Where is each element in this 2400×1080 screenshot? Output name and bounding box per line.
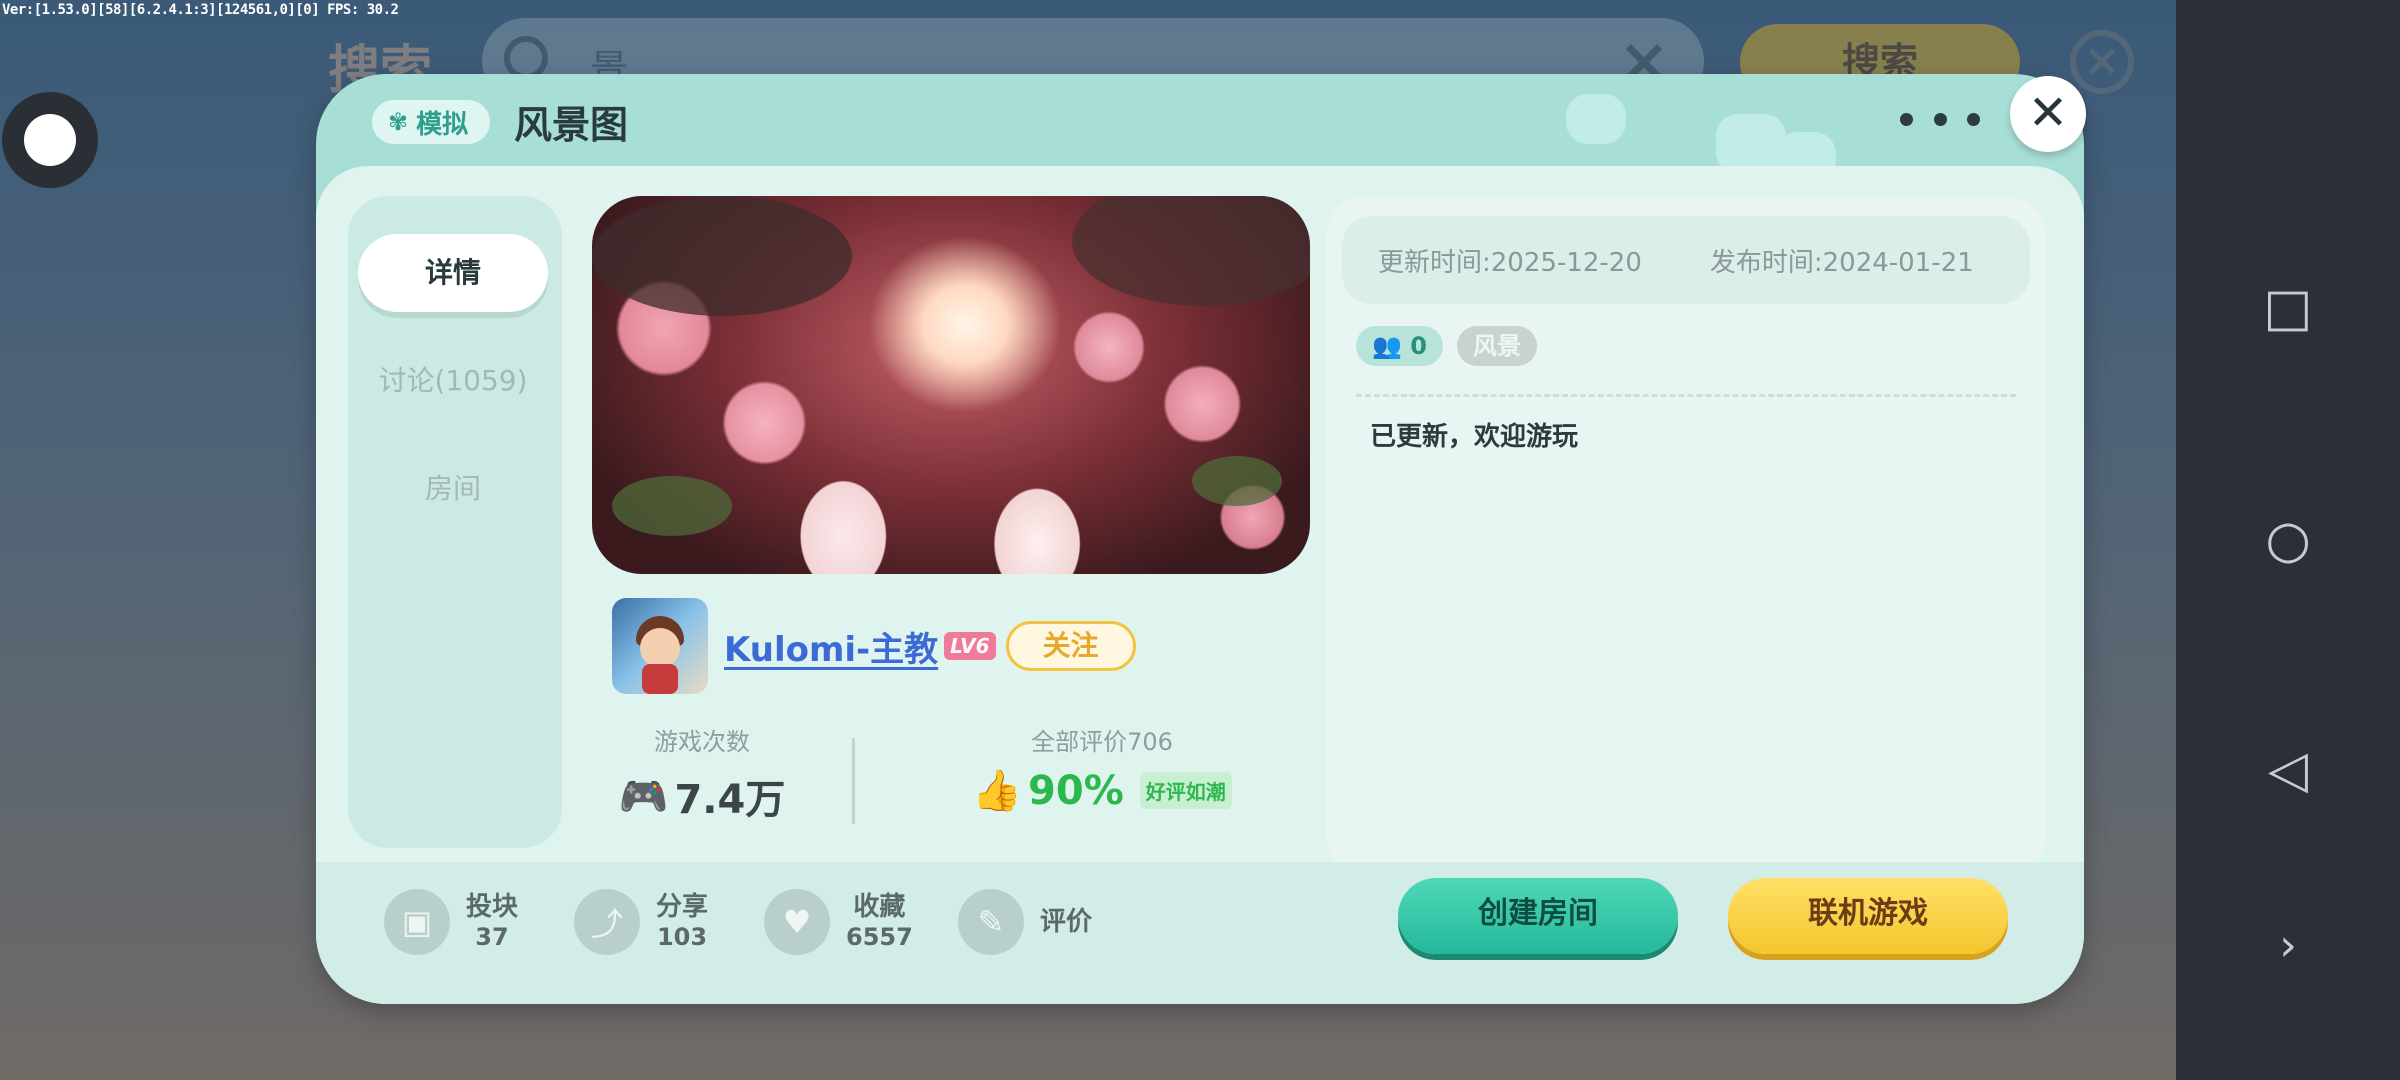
tab-details[interactable]: 详情 [358,234,548,312]
author-name-link[interactable]: Kulomi-主教 [724,622,938,671]
block-action[interactable]: ▣ 投块 37 [384,884,518,960]
rating-label: 全部评价706 [1031,728,1173,756]
gamepad-icon: 🎮 [618,773,669,820]
plays-value-row: 🎮 7.4万 [602,767,802,825]
type-tag: ✾ 模拟 [372,100,491,144]
map-description: 已更新，欢迎游玩 [1370,422,1579,452]
floating-assist-ball[interactable] [2,92,98,188]
players-tag: 👥 0 [1356,326,1443,366]
author-avatar[interactable] [612,598,708,694]
info-panel: 更新时间:2025-12-20 发布时间:2024-01-21 👥 0 风景 已… [1326,196,2046,876]
create-room-button[interactable]: 创建房间 [1398,878,1678,954]
thumbs-up-icon: 👍 [972,768,1023,814]
close-icon[interactable]: ✕ [2010,76,2086,152]
rating-stat[interactable]: 全部评价706 👍 90% 好评如潮 [952,722,1252,814]
plays-stat: 游戏次数 🎮 7.4万 [602,722,802,825]
recent-apps-icon[interactable]: □ [2176,268,2400,348]
detail-sidebar: 详情 讨论(1059) 房间 [348,196,562,848]
more-options-icon[interactable] [1900,94,1980,144]
dates-row: 更新时间:2025-12-20 发布时间:2024-01-21 [1342,216,2030,304]
modal-body: 详情 讨论(1059) 房间 Kulomi-主教 LV6 关注 游戏次数 🎮 7… [316,166,2084,1004]
players-icon: 👥 [1372,332,1411,360]
debug-overlay: Ver:[1.53.0][58][6.2.4.1:3][124561,0][0]… [2,2,399,18]
plays-label: 游戏次数 [654,728,750,756]
rating-tag: 好评如潮 [1139,772,1232,809]
assist-dot-icon [24,114,76,166]
follow-button[interactable]: 关注 [1005,621,1136,671]
back-icon[interactable]: ◁ [2176,730,2400,810]
plays-value: 7.4万 [674,777,786,823]
multiplayer-button[interactable]: 联机游戏 [1728,878,2008,954]
share-icon: ⤴ [574,889,640,955]
rating-value: 90% [1028,767,1124,814]
stat-divider [852,738,855,824]
level-badge: LV6 [944,632,996,660]
share-action[interactable]: ⤴ 分享 103 [574,884,708,960]
block-icon: ▣ [384,889,450,955]
tab-rooms[interactable]: 房间 [358,450,548,528]
map-detail-modal: ✾ 模拟 风景图 详情 讨论(1059) 房间 Kulomi-主教 LV6 关注… [316,74,2084,1004]
system-nav-bar: □ ○ ◁ › [2176,0,2400,1080]
tab-discussion[interactable]: 讨论(1059) [358,342,548,420]
author-row: Kulomi-主教 LV6 关注 [612,596,1136,696]
favorite-action[interactable]: ♥ 收藏 6557 [764,884,913,960]
map-title: 风景图 [514,103,629,147]
dashed-divider [1356,394,2016,397]
chevron-right-icon[interactable]: › [2176,906,2400,986]
bottom-action-bar: ▣ 投块 37 ⤴ 分享 103 ♥ 收藏 6557 ✎ 评价 创建房间 联机游戏 [316,862,2084,1004]
tag-list: 👥 0 风景 [1356,326,1537,366]
review-icon: ✎ [958,889,1024,955]
map-preview-image[interactable] [592,196,1310,574]
type-tag-label: 模拟 [416,109,469,140]
publish-time: 发布时间:2024-01-21 [1709,247,1974,278]
heart-icon: ♥ [764,889,830,955]
category-tag: 风景 [1456,326,1537,366]
home-icon[interactable]: ○ [2176,500,2400,580]
category-icon: ✾ [388,108,409,136]
rating-value-row: 👍 90% 好评如潮 [952,767,1252,814]
update-time: 更新时间:2025-12-20 [1378,247,1642,278]
review-action[interactable]: ✎ 评价 [958,884,1092,960]
